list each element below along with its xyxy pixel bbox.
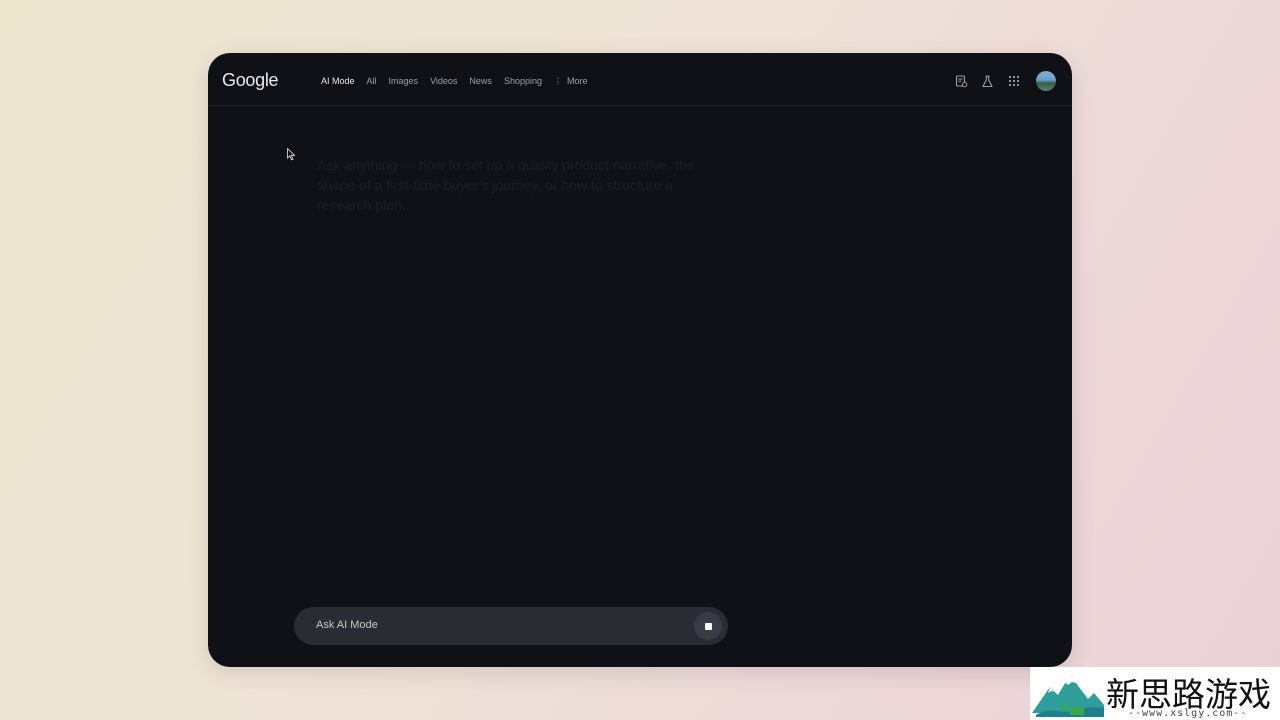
mountain-logo-icon (1032, 669, 1104, 720)
stop-square-icon (704, 622, 712, 630)
mouse-pointer-icon (287, 147, 296, 166)
more-vert-icon: ⋮ (553, 77, 562, 86)
watermark-url: --www.xslgy.com-- (1128, 708, 1248, 719)
tab-shopping[interactable]: Shopping (504, 76, 542, 86)
account-avatar[interactable] (1036, 71, 1056, 91)
ask-ai-mode-input[interactable]: Ask AI Mode (294, 607, 728, 645)
ai-mode-window: Google AI Mode All Images Videos News Sh… (208, 53, 1072, 667)
tab-images[interactable]: Images (389, 76, 419, 86)
tab-news[interactable]: News (469, 76, 492, 86)
ask-placeholder: Ask AI Mode (316, 619, 378, 631)
search-tabs: AI Mode All Images Videos News Shopping … (321, 76, 588, 86)
tab-ai-mode[interactable]: AI Mode (321, 76, 355, 86)
stop-button[interactable] (694, 612, 722, 640)
labs-flask-icon[interactable] (980, 74, 995, 89)
tab-more[interactable]: ⋮ More (554, 76, 588, 86)
site-watermark: 新思路游戏 --www.xslgy.com-- (1030, 667, 1280, 720)
top-tools (954, 71, 1056, 91)
tab-more-label: More (566, 76, 588, 86)
search-history-icon[interactable] (954, 74, 969, 89)
tab-videos[interactable]: Videos (430, 76, 457, 86)
tab-all[interactable]: All (367, 76, 377, 86)
top-bar: Google AI Mode All Images Videos News Sh… (208, 53, 1072, 106)
faded-response-text: Ask anything — how to set up a quality p… (317, 157, 695, 213)
apps-grid-icon[interactable] (1006, 74, 1021, 89)
google-logo[interactable]: Google (222, 70, 279, 91)
